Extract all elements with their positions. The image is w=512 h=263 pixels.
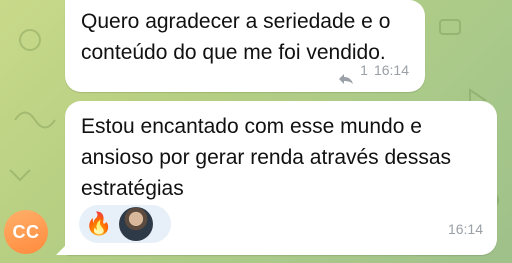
message-bubble[interactable]: Estou encantado com esse mundo e ansioso…	[65, 101, 497, 255]
message-time: 16:14	[373, 62, 409, 78]
reactions-bar[interactable]: 🔥	[79, 205, 171, 243]
message-text: Estou encantado com esse mundo e ansioso…	[81, 115, 452, 200]
message-meta: 16:14	[448, 214, 483, 245]
sender-avatar[interactable]: CC	[4, 210, 48, 254]
message-bubble[interactable]: Quero agradecer a seriedade e o conteúdo…	[65, 0, 425, 92]
reaction-emoji: 🔥	[85, 211, 113, 236]
reply-count[interactable]: 1	[360, 55, 368, 86]
reactor-avatar[interactable]	[119, 207, 153, 241]
message-time: 16:14	[447, 221, 483, 237]
reply-icon[interactable]	[338, 65, 354, 84]
message-meta: 1 16:14	[338, 55, 409, 86]
sender-initials: CC	[12, 221, 40, 242]
fire-reaction-icon[interactable]: 🔥	[85, 210, 113, 238]
